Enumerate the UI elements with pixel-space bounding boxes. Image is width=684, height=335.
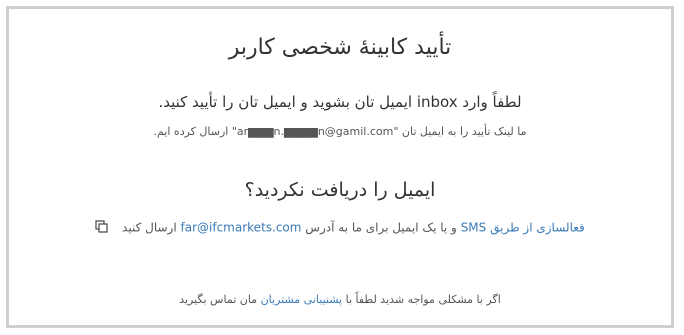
- activation-middle-text: و یا یک ایمیل برای ما به آدرس: [305, 220, 457, 235]
- copy-icon[interactable]: [95, 220, 108, 236]
- page-title: تأیید کابینهٔ شخصی کاربر: [228, 35, 452, 60]
- footer-suffix: مان تماس بگیرید: [179, 293, 258, 306]
- sent-notice: ما لینک تأیید را به ایمیل تان "ar▆▆▆n.▆▆…: [9, 125, 671, 138]
- customer-support-link[interactable]: پشتیبانی مشتریان: [261, 293, 343, 306]
- masked-email: "ar▆▆▆n.▆▆▆▆n@gamil.com": [231, 125, 399, 138]
- support-email-link[interactable]: far@ifcmarkets.com: [181, 221, 302, 235]
- not-received-heading: ایمیل را دریافت نکردید؟: [244, 179, 436, 201]
- footer-prefix: اگر با مشکلی مواجه شدید لطفاً با: [345, 293, 501, 306]
- instruction-text: لطفاً وارد inbox ایمیل تان بشوید و ایمیل…: [158, 93, 522, 111]
- sms-activation-link[interactable]: فعالسازی از طریق SMS: [461, 221, 585, 235]
- sent-notice-suffix: ارسال کرده ایم.: [153, 125, 229, 138]
- activation-options: فعالسازی از طریق SMS و یا یک ایمیل برای …: [9, 220, 671, 236]
- support-footer: اگر با مشکلی مواجه شدید لطفاً با پشتیبان…: [9, 293, 671, 306]
- sent-notice-prefix: ما لینک تأیید را به ایمیل تان: [401, 125, 527, 138]
- activation-suffix-text: ارسال کنید: [122, 220, 177, 235]
- verification-panel: تأیید کابینهٔ شخصی کاربر لطفاً وارد inbo…: [6, 6, 674, 328]
